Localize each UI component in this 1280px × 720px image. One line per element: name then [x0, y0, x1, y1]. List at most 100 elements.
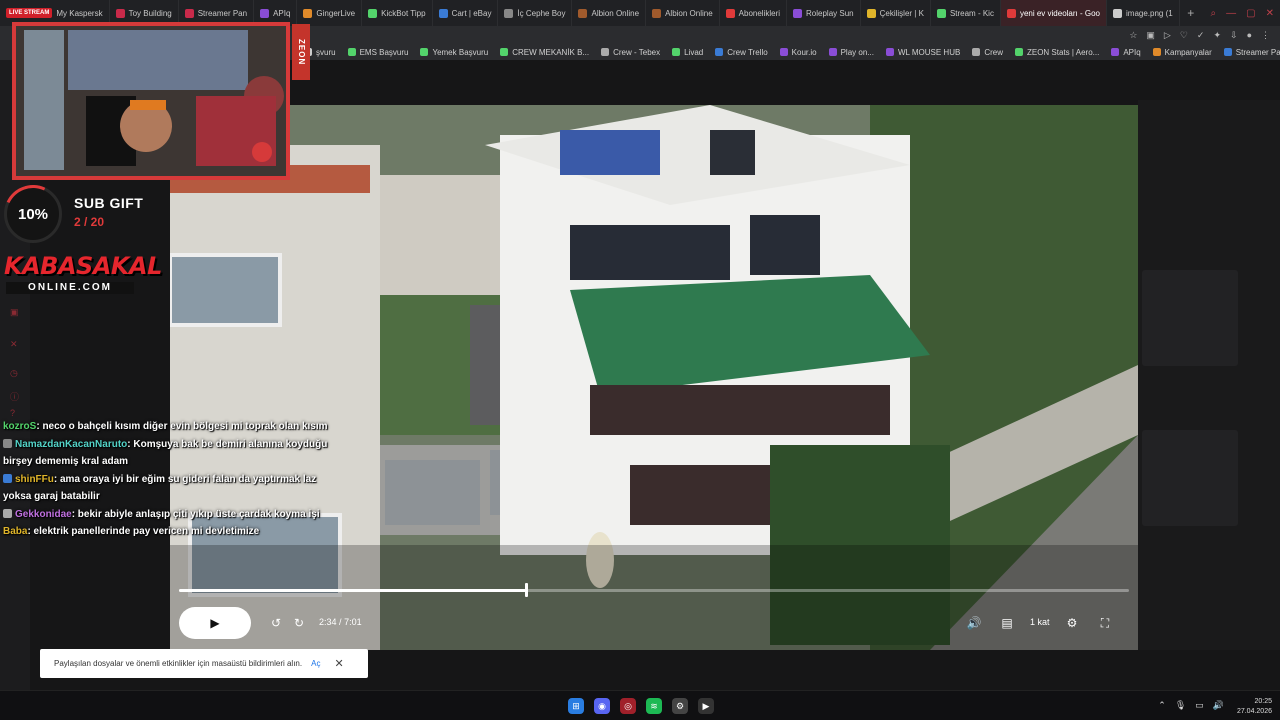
info-icon[interactable]: ⓘ [10, 390, 20, 402]
tab-label: Toy Building [128, 8, 172, 18]
browser-tab[interactable]: Albion Online [646, 0, 720, 26]
chat-username: Gekkonidae [15, 508, 72, 520]
rewind-10-icon[interactable]: ↺ [266, 613, 286, 633]
start-menu-icon[interactable]: ⊞ [568, 698, 584, 714]
screenshot-icon[interactable]: ▣ [1146, 30, 1155, 41]
microphone-icon[interactable]: 🎙 [1175, 700, 1186, 711]
tab-label: image.png (1 [1126, 8, 1173, 18]
bookmark-star-icon[interactable]: ☆ [1129, 30, 1137, 41]
browser-tab[interactable]: Çekilişler | K [861, 0, 931, 26]
browser-tab[interactable]: Abonelikleri [720, 0, 788, 26]
browser-tab[interactable]: KickBot Tipp [362, 0, 433, 26]
video-progress-bar[interactable] [179, 583, 1129, 597]
bookmark-favicon-icon [972, 48, 981, 56]
cast-icon[interactable]: ▷ [1164, 30, 1171, 41]
browser-tab[interactable]: image.png (1 [1107, 0, 1180, 26]
bookmark-label: ZEON Stats | Aero... [1026, 47, 1100, 57]
playback-speed[interactable]: 1 kat [1030, 617, 1050, 627]
notification-enable-link[interactable]: Aç [311, 659, 320, 668]
browser-tab[interactable]: İç Cephe Boy [498, 0, 573, 26]
bookmark-item[interactable]: EMS Başvuru [347, 48, 408, 57]
new-tab-button[interactable]: + [1180, 0, 1202, 26]
bookmark-item[interactable]: CREW MEKANİK B... [500, 48, 589, 57]
forward-10-icon[interactable]: ↻ [289, 613, 309, 633]
settings-gear-icon[interactable]: ⚙ [1062, 613, 1082, 633]
bookmark-item[interactable]: APIq [1111, 48, 1141, 57]
bookmark-item[interactable]: WL MOUSE HUB [885, 47, 961, 57]
tab-label: APIq [273, 8, 291, 18]
browser-tab[interactable]: Stream - Kic [931, 0, 1001, 26]
video-progress-thumb[interactable] [525, 583, 529, 597]
system-clock[interactable]: 20:25 27.04.2026 [1237, 697, 1272, 717]
close-window-icon[interactable]: ✕ [1266, 8, 1274, 19]
browser-tab[interactable]: Cart | eBay [433, 0, 499, 26]
tab-favicon-icon [793, 8, 803, 18]
play-icon: ▶ [210, 616, 220, 630]
discord-icon[interactable]: ◉ [594, 698, 610, 714]
favorite-icon[interactable]: ♡ [1180, 30, 1188, 41]
clock-icon[interactable]: ◷ [10, 368, 20, 378]
spotify-icon[interactable]: ≋ [646, 698, 662, 714]
search-tabs-icon[interactable]: ⌕ [1211, 8, 1217, 19]
chevron-up-icon[interactable]: ⌃ [1158, 700, 1166, 711]
profile-icon[interactable]: ● [1247, 30, 1252, 40]
x-icon[interactable]: ✕ [10, 339, 20, 349]
steam-icon[interactable]: ⚙ [672, 698, 688, 714]
kabasakal-logo-domain: ONLINE.COM [6, 282, 134, 294]
video-frame [170, 105, 1138, 650]
bookmark-item[interactable]: Livad [672, 48, 703, 57]
downloads-icon[interactable]: ⇩ [1230, 30, 1238, 41]
bookmark-label: WL MOUSE HUB [897, 47, 961, 57]
maximize-icon[interactable]: ▢ [1246, 8, 1255, 19]
bookmark-item[interactable]: ZEON Stats | Aero... [1014, 47, 1100, 57]
recommended-thumbnail[interactable] [1142, 270, 1238, 366]
media-player-icon[interactable]: ▶ [698, 698, 714, 714]
tab-label: My Kaspersk [56, 8, 103, 18]
tab-label: İç Cephe Boy [517, 8, 566, 18]
bookmark-item[interactable]: Crew [972, 48, 1003, 57]
bookmark-favicon-icon [1223, 48, 1232, 56]
clock-date: 27.04.2026 [1236, 708, 1272, 715]
recommended-thumbnail[interactable] [1142, 430, 1238, 526]
fullscreen-icon[interactable]: ⛶ [1095, 613, 1115, 633]
minimize-icon[interactable]: — [1226, 8, 1236, 19]
bookmark-item[interactable]: Crew Trello [715, 47, 768, 57]
check-icon[interactable]: ✓ [1197, 30, 1205, 41]
close-icon[interactable]: ✕ [334, 657, 343, 670]
browser-tab[interactable]: yeni ev videoları - Goo [1000, 0, 1107, 26]
clock-time: 20:25 [1254, 698, 1272, 705]
browser-icon[interactable]: ◎ [620, 698, 636, 714]
bookmark-item[interactable]: Kour.io [779, 48, 817, 57]
bookmark-item[interactable]: Play on... [828, 48, 874, 57]
menu-icon[interactable]: ⋮ [1261, 30, 1270, 41]
chat-text: : bekir abiyle anlaşıp çiti yıkıp üste ç… [71, 508, 320, 520]
speaker-icon[interactable]: 🔊 [1213, 700, 1224, 711]
bookmark-label: Crew Trello [727, 47, 768, 57]
browser-tab[interactable]: GingerLive [297, 0, 363, 26]
bookmark-favicon-icon [828, 48, 837, 56]
bookmark-favicon-icon [347, 48, 356, 56]
extensions-icon[interactable]: ✦ [1213, 30, 1221, 41]
play-button[interactable]: ▶ [179, 607, 251, 639]
video-player[interactable]: ▶ ↺ ↻ 2:34 / 7:01 🔊 ▤ 1 kat ⚙ ⛶ [170, 105, 1138, 650]
help-icon[interactable]: ? [10, 408, 20, 418]
bookmark-favicon-icon [1111, 48, 1120, 56]
instagram-icon[interactable]: ▣ [10, 307, 20, 317]
volume-icon[interactable]: 🔊 [964, 613, 984, 633]
bookmark-item[interactable]: Streamer Panel [1223, 48, 1280, 57]
sub-gift-percent: 10% [17, 206, 49, 223]
browser-tab[interactable]: Roleplay Sun [787, 0, 861, 26]
network-icon[interactable]: ▭ [1195, 700, 1204, 711]
taskbar: ⊞ ◉ ◎ ≋ ⚙ ▶ ⌃ 🎙 ▭ 🔊 20:25 27.04.2026 [0, 690, 1280, 720]
chat-username: Baba [3, 526, 28, 537]
tab-label: Çekilişler | K [879, 8, 924, 18]
bookmark-item[interactable]: Crew - Tebex [601, 48, 660, 57]
chat-message: NamazdanKacanNaruto: Komşuya bak be demi… [0, 436, 340, 471]
bookmark-item[interactable]: Kampanyalar [1152, 48, 1212, 57]
captions-icon[interactable]: ▤ [997, 613, 1017, 633]
browser-tab[interactable]: Albion Online [572, 0, 647, 26]
chat-text: : neco o bahçeli kısım diğer evin bölges… [36, 421, 328, 432]
tab-label: Stream - Kic [949, 8, 994, 18]
bookmark-item[interactable]: Yemek Başvuru [420, 48, 488, 57]
webcam-overlay [12, 22, 290, 180]
